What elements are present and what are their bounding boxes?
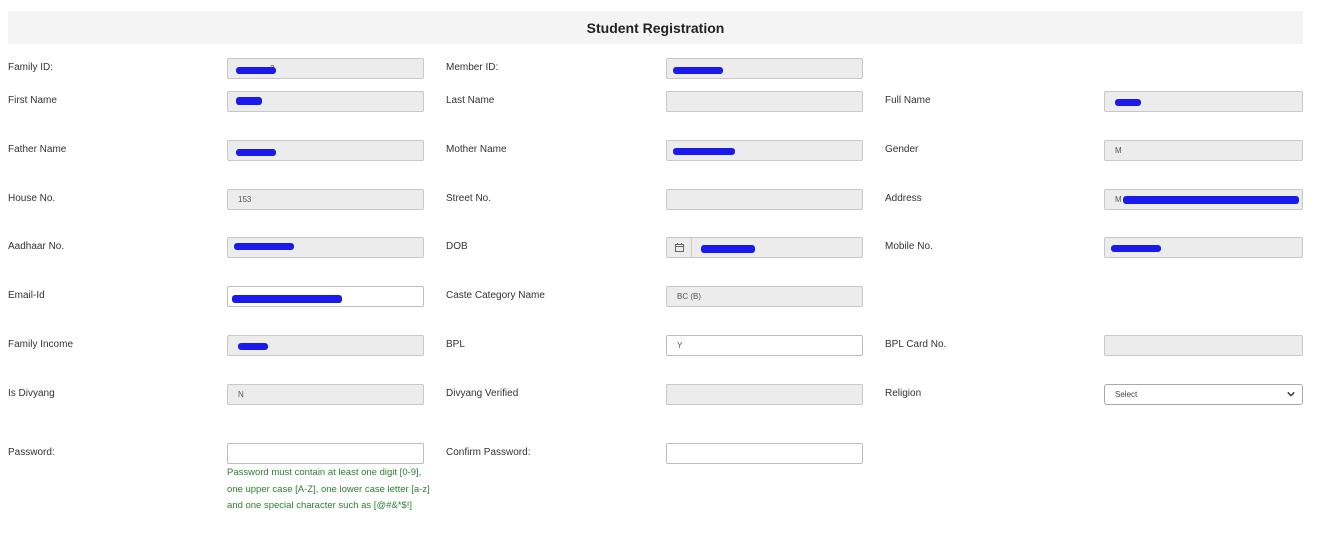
email-id-label: Email-Id xyxy=(8,290,45,301)
caste-category-label: Caste Category Name xyxy=(446,290,545,301)
divyang-verified-label: Divyang Verified xyxy=(446,388,519,399)
redaction xyxy=(701,245,755,253)
mobile-no-field xyxy=(1104,237,1303,258)
bpl-field[interactable]: Y xyxy=(666,335,863,356)
father-name-label: Father Name xyxy=(8,144,67,155)
email-id-field[interactable] xyxy=(227,286,424,307)
mobile-no-label: Mobile No. xyxy=(885,241,933,252)
member-id-label: Member ID: xyxy=(446,62,499,73)
redaction xyxy=(236,67,276,74)
is-divyang-field: N xyxy=(227,384,424,405)
family-income-field xyxy=(227,335,424,356)
mother-name-label: Mother Name xyxy=(446,144,507,155)
redaction xyxy=(673,67,723,74)
aadhaar-no-label: Aadhaar No. xyxy=(8,241,65,252)
religion-select[interactable]: Select xyxy=(1104,384,1303,405)
gender-label: Gender xyxy=(885,144,919,155)
aadhaar-no-field xyxy=(227,237,424,258)
confirm-password-input[interactable] xyxy=(666,443,863,464)
password-label: Password: xyxy=(8,447,55,458)
family-income-label: Family Income xyxy=(8,339,74,350)
bpl-card-no-label: BPL Card No. xyxy=(885,339,947,350)
father-name-field xyxy=(227,140,424,161)
dob-label: DOB xyxy=(446,241,468,252)
full-name-field xyxy=(1104,91,1303,112)
address-label: Address xyxy=(885,193,922,204)
redaction xyxy=(1123,196,1299,204)
page-title: Student Registration xyxy=(8,11,1303,44)
redaction xyxy=(238,343,268,350)
street-no-label: Street No. xyxy=(446,193,492,204)
house-no-label: House No. xyxy=(8,193,56,204)
religion-label: Religion xyxy=(885,388,922,399)
last-name-label: Last Name xyxy=(446,95,495,106)
redaction xyxy=(234,243,294,250)
divyang-verified-field xyxy=(666,384,863,405)
password-hint: Password must contain at least one digit… xyxy=(227,467,430,512)
bpl-label: BPL xyxy=(446,339,465,350)
house-no-field: 153 xyxy=(227,189,424,210)
full-name-label: Full Name xyxy=(885,95,931,106)
is-divyang-label: Is Divyang xyxy=(8,388,55,399)
redaction xyxy=(232,295,342,303)
bpl-card-no-field xyxy=(1104,335,1303,356)
first-name-field xyxy=(227,91,424,112)
password-input[interactable] xyxy=(227,443,424,464)
member-id-field xyxy=(666,58,863,79)
address-field: M xyxy=(1104,189,1303,210)
street-no-field xyxy=(666,189,863,210)
redaction xyxy=(236,149,276,156)
family-id-field: 2 xyxy=(227,58,424,79)
last-name-field xyxy=(666,91,863,112)
family-id-label: Family ID: xyxy=(8,62,53,73)
dob-field[interactable] xyxy=(666,237,863,258)
redaction xyxy=(236,97,262,105)
confirm-password-label: Confirm Password: xyxy=(446,447,531,458)
redaction xyxy=(1111,245,1161,252)
caste-category-field: BC (B) xyxy=(666,286,863,307)
gender-field: M xyxy=(1104,140,1303,161)
redaction xyxy=(673,148,735,155)
mother-name-field xyxy=(666,140,863,161)
redaction xyxy=(1115,99,1141,106)
calendar-icon[interactable] xyxy=(667,238,692,257)
chevron-down-icon xyxy=(1287,391,1295,397)
first-name-label: First Name xyxy=(8,95,57,106)
